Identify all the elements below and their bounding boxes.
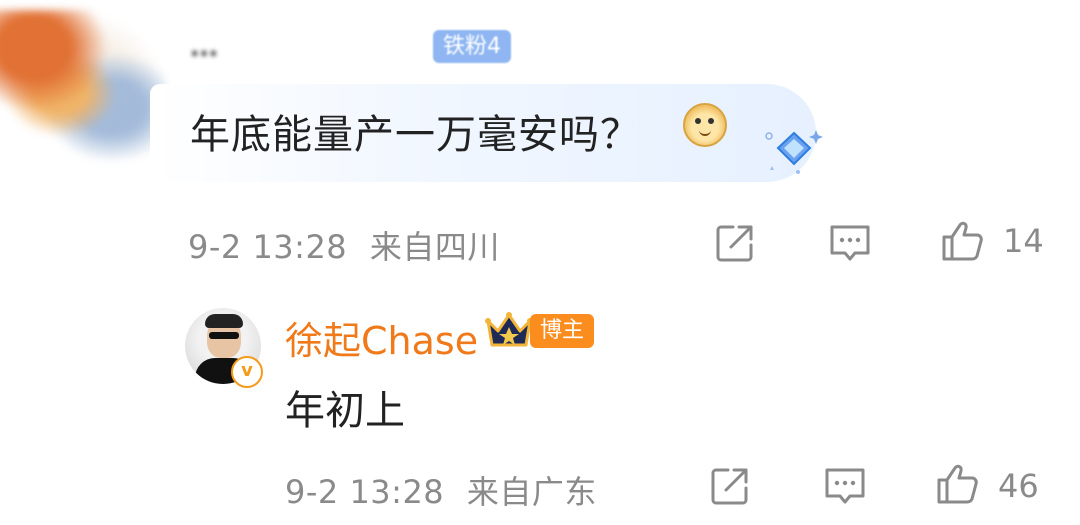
crown-icon: [485, 312, 533, 347]
comment-icon[interactable]: [823, 464, 867, 508]
comment-meta: 9-2 13:28 来自四川: [188, 222, 500, 268]
commenter-username[interactable]: …: [190, 30, 219, 63]
reply-location: 来自广东: [466, 473, 597, 511]
comment-icon[interactable]: [828, 221, 872, 265]
comment-datetime: 9-2 13:28: [188, 228, 348, 266]
like-count: 46: [998, 467, 1039, 505]
verified-v-icon: v: [231, 356, 263, 388]
like-count: 14: [1003, 222, 1044, 260]
blogger-badge: 博主: [530, 314, 595, 348]
reply-datetime: 9-2 13:28: [285, 473, 445, 511]
like-icon[interactable]: [935, 462, 979, 506]
share-icon[interactable]: [713, 221, 757, 265]
like-icon[interactable]: [940, 219, 984, 263]
comment-location: 来自四川: [369, 228, 500, 266]
commenter-avatar[interactable]: [0, 10, 165, 160]
reply-text: 年初上: [285, 388, 405, 434]
reply-meta: 9-2 13:28 来自广东: [285, 467, 597, 513]
comment-text: 年底能量产一万毫安吗？: [190, 112, 641, 158]
diamond-decoration-icon: [765, 130, 823, 174]
share-icon[interactable]: [708, 464, 752, 508]
fan-badge: 铁粉4: [433, 30, 511, 63]
doge-emoji-icon: [683, 103, 727, 147]
reply-username[interactable]: 徐起Chase: [285, 310, 478, 365]
